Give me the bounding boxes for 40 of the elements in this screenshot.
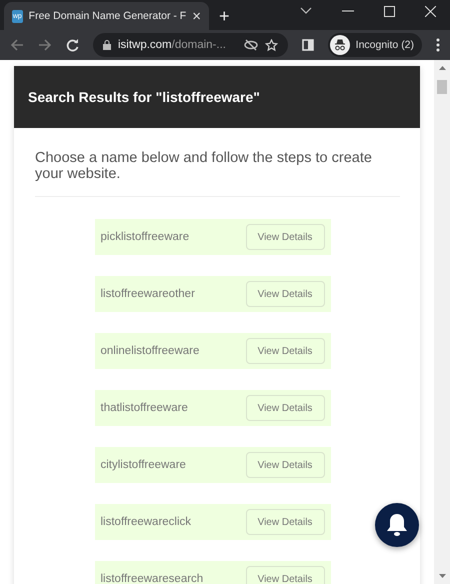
view-details-button[interactable]: View Details <box>246 566 324 584</box>
notification-bell-button[interactable] <box>375 503 419 547</box>
view-details-button[interactable]: View Details <box>246 395 324 421</box>
domain-name: citylistoffreeware <box>100 459 186 471</box>
eye-slash-icon[interactable] <box>244 39 258 51</box>
star-icon[interactable] <box>264 38 278 52</box>
forward-icon[interactable] <box>38 39 52 51</box>
domain-name: listoffreewaresearch <box>100 573 204 584</box>
results-title: Search Results for "listoffreeware" <box>28 89 260 105</box>
chevron-down-icon[interactable] <box>300 7 312 15</box>
address-field[interactable]: isitwp.com/domain-... <box>92 33 288 57</box>
menu-icon[interactable] <box>436 38 440 52</box>
view-details-button[interactable]: View Details <box>246 281 324 307</box>
profile-button[interactable]: Incognito (2) <box>328 33 422 57</box>
close-icon[interactable] <box>425 6 436 16</box>
close-tab-button[interactable]: × <box>192 8 201 24</box>
lock-icon <box>102 40 111 50</box>
incognito-icon <box>330 35 350 55</box>
scroll-up-icon[interactable] <box>438 66 446 70</box>
view-details-button[interactable]: View Details <box>246 224 324 250</box>
domain-name: picklistoffreeware <box>100 231 190 243</box>
scrollbar-thumb[interactable] <box>437 80 447 94</box>
reload-icon[interactable] <box>66 38 79 52</box>
intro-text: Choose a name below and follow the steps to create your website. <box>35 150 373 182</box>
new-tab-button[interactable]: + <box>219 6 230 26</box>
tab-title: Free Domain Name Generator - F <box>28 10 186 22</box>
maximize-icon[interactable] <box>384 6 395 16</box>
scrollbar[interactable] <box>434 60 450 584</box>
side-panel-icon[interactable] <box>302 39 314 51</box>
minimize-icon[interactable] <box>342 10 354 12</box>
back-icon[interactable] <box>10 39 24 51</box>
view-details-button[interactable]: View Details <box>246 452 324 478</box>
domain-name: listoffreewareother <box>100 288 195 300</box>
view-details-button[interactable]: View Details <box>246 338 324 364</box>
view-details-button[interactable]: View Details <box>246 509 324 535</box>
domain-name: listoffreewareclick <box>100 516 192 528</box>
domain-name: onlinelistoffreeware <box>100 345 200 357</box>
domain-name: thatlistoffreeware <box>100 402 188 414</box>
bell-icon <box>386 513 408 537</box>
scroll-down-icon[interactable] <box>438 574 446 578</box>
